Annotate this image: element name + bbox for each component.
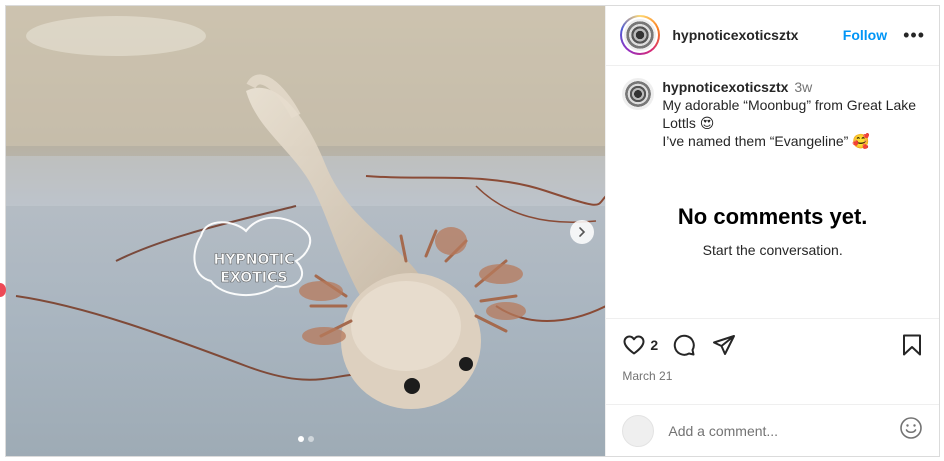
heart-icon: [623, 335, 645, 355]
caption-avatar-icon[interactable]: [622, 77, 655, 110]
axolotl-photo: HYPNOTIC EXOTICS: [6, 6, 606, 456]
comment-composer: [606, 404, 939, 456]
carousel-dot-active: [297, 436, 304, 442]
carousel-indicator: [6, 436, 605, 442]
comment-icon: [673, 335, 695, 357]
post-sidebar: hypnoticexoticsztx Follow ••• hypnoticex…: [605, 6, 939, 456]
comment-button[interactable]: [672, 333, 696, 357]
avatar-icon: [624, 19, 657, 52]
like-count[interactable]: 2: [650, 337, 658, 353]
empty-comments-title: No comments yet.: [677, 203, 868, 229]
like-button[interactable]: [622, 333, 646, 357]
post-modal: HYPNOTIC EXOTICS hypnoticexoticsztx Foll…: [5, 5, 940, 457]
empty-comments-subtitle: Start the conversation.: [702, 241, 843, 258]
carousel-dot: [307, 436, 314, 442]
post-media: HYPNOTIC EXOTICS: [6, 6, 606, 456]
author-username[interactable]: hypnoticexoticsztx: [672, 27, 798, 43]
comment-input[interactable]: [668, 422, 899, 439]
more-options-button[interactable]: •••: [903, 26, 925, 44]
comments-section: hypnoticexoticsztx 3w My adorable “Moonbu…: [606, 66, 939, 318]
carousel-next-button[interactable]: [570, 220, 594, 244]
follow-button[interactable]: Follow: [843, 27, 887, 43]
user-avatar-icon: [622, 414, 655, 447]
post-date[interactable]: March 21: [622, 369, 923, 383]
bookmark-icon: [903, 334, 921, 356]
svg-text:HYPNOTIC: HYPNOTIC: [214, 252, 295, 268]
caption-line-2: I’ve named them “Evangeline” 🥰: [662, 132, 870, 149]
caption-line-1: My adorable “Moonbug” from Great Lake Lo…: [662, 96, 917, 131]
emoji-button[interactable]: [899, 416, 923, 445]
save-button[interactable]: [901, 333, 923, 357]
caption: hypnoticexoticsztx 3w My adorable “Moonbu…: [622, 77, 923, 150]
chevron-right-icon: [579, 227, 586, 237]
empty-comments: No comments yet. Start the conversation.: [606, 204, 939, 258]
post-header: hypnoticexoticsztx Follow •••: [606, 6, 939, 66]
share-button[interactable]: [712, 333, 736, 357]
caption-username[interactable]: hypnoticexoticsztx: [662, 79, 788, 95]
svg-text:EXOTICS: EXOTICS: [220, 270, 287, 286]
caption-time: 3w: [794, 78, 813, 95]
story-ring[interactable]: [620, 15, 661, 56]
share-icon: [713, 335, 736, 356]
emoji-icon: [900, 417, 922, 439]
action-bar: 2 March 21: [606, 318, 939, 404]
